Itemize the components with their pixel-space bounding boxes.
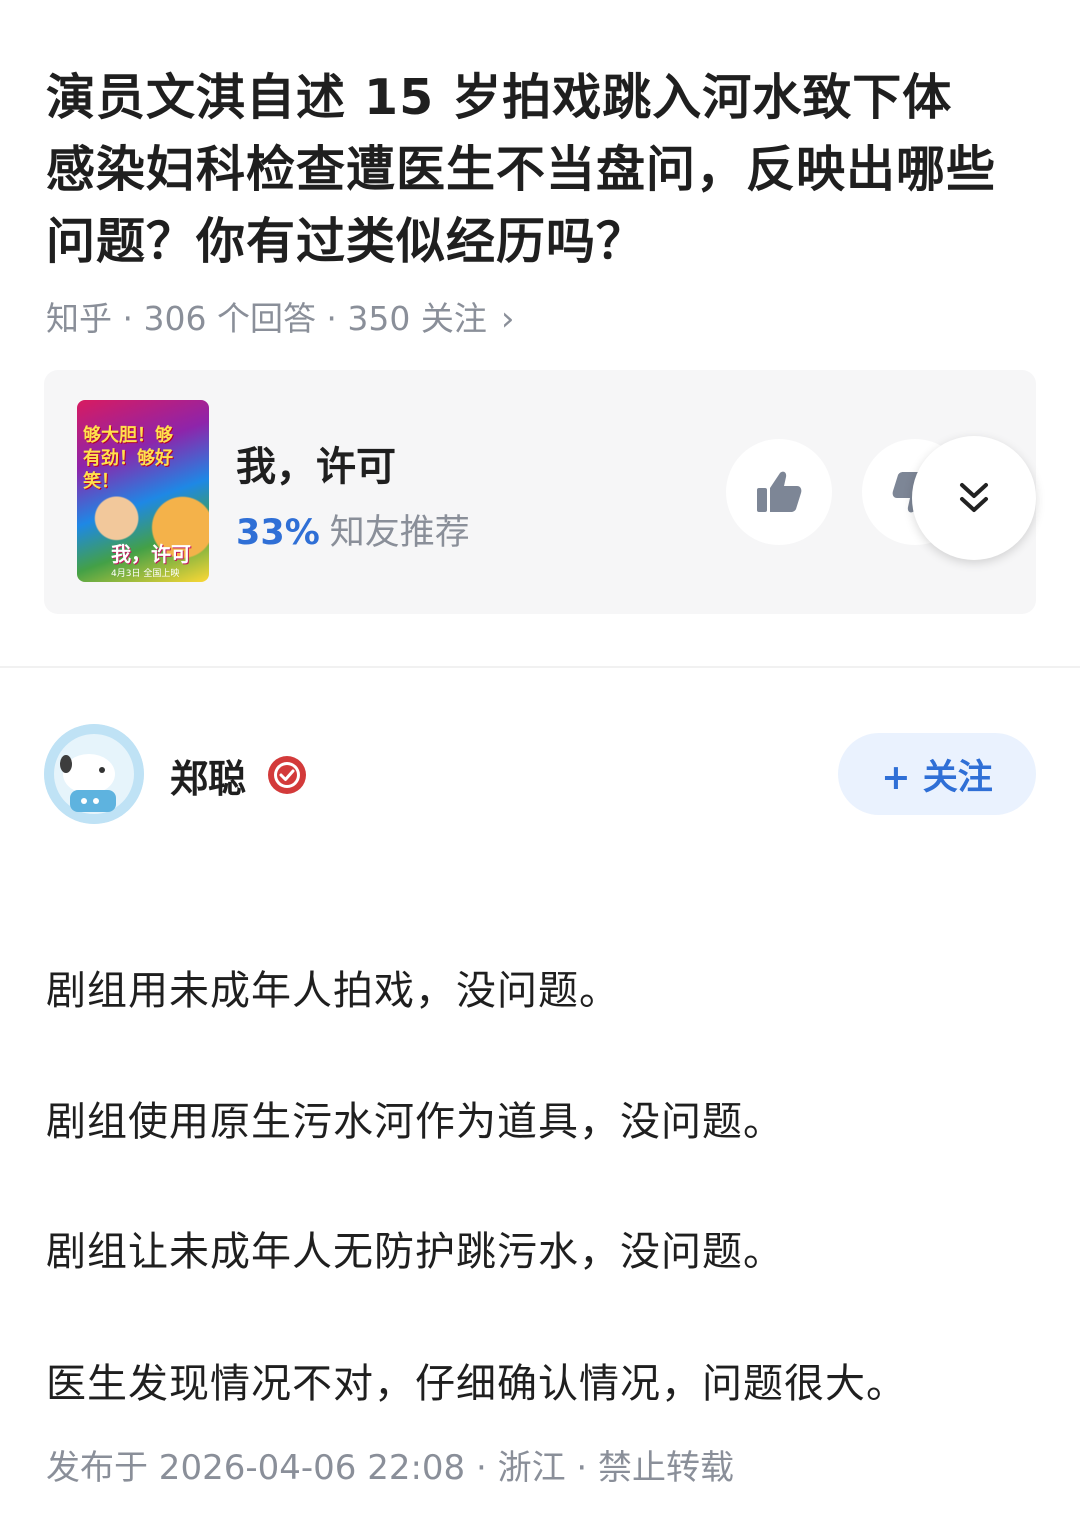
answer-paragraph: 医生发现情况不对，仔细确认情况，问题很大。 <box>46 1361 907 1407</box>
poster-title: 我，许可 <box>111 542 191 566</box>
publish-meta: 发布于 2026-04-06 22:08 · 浙江 · 禁止转载 <box>46 1448 735 1488</box>
question-title-line: 演员文淇自述 15 岁拍戏跳入河水致下体 <box>46 69 953 126</box>
answer-paragraph: 剧组使用原生污水河作为道具，没问题。 <box>46 1099 784 1145</box>
question-meta[interactable]: 知乎 · 306 个回答 · 350 关注 › <box>46 294 515 344</box>
question-title[interactable]: 演员文淇自述 15 岁拍戏跳入河水致下体 感染妇科检查遭医生不当盘问，反映出哪些… <box>46 62 1046 278</box>
movie-recommendation: 33% 知友推荐 <box>236 504 470 555</box>
answer-paragraph: 剧组用未成年人拍戏，没问题。 <box>46 968 620 1014</box>
question-title-line: 问题？你有过类似经历吗？ <box>46 213 647 270</box>
movie-name[interactable]: 我，许可 <box>236 434 396 492</box>
chevron-right-icon: › <box>500 299 515 339</box>
recommend-percent: 33% <box>236 513 320 553</box>
question-title-line: 感染妇科检查遭医生不当盘问，反映出哪些 <box>46 141 997 198</box>
avatar-image <box>44 724 144 824</box>
movie-card[interactable]: 够大胆！够有劲！够好笑！ 我，许可 4月3日 全国上映 我，许可 33% 知友推荐 <box>44 370 1036 614</box>
answer-page: 演员文淇自述 15 岁拍戏跳入河水致下体 感染妇科检查遭医生不当盘问，反映出哪些… <box>0 0 1080 1530</box>
expand-button[interactable] <box>912 436 1036 560</box>
verified-badge-icon <box>268 756 306 794</box>
section-divider <box>0 666 1080 668</box>
double-chevron-down-icon <box>960 483 988 512</box>
answer-paragraph: 剧组让未成年人无防护跳污水，没问题。 <box>46 1229 784 1275</box>
question-stats: 知乎 · 306 个回答 · 350 关注 <box>46 299 487 338</box>
avatar[interactable] <box>44 724 144 824</box>
thumbs-up-icon <box>757 471 802 512</box>
recommend-label: 知友推荐 <box>329 513 470 553</box>
poster-release-date: 4月3日 全国上映 <box>111 569 180 579</box>
follow-button[interactable]: + 关注 <box>838 733 1036 815</box>
movie-poster[interactable]: 够大胆！够有劲！够好笑！ 我，许可 4月3日 全国上映 <box>77 400 209 582</box>
poster-tagline: 够大胆！够有劲！够好笑！ <box>83 425 173 492</box>
thumbs-up-button[interactable] <box>726 439 832 545</box>
author-name[interactable]: 郑聪 <box>170 748 246 803</box>
